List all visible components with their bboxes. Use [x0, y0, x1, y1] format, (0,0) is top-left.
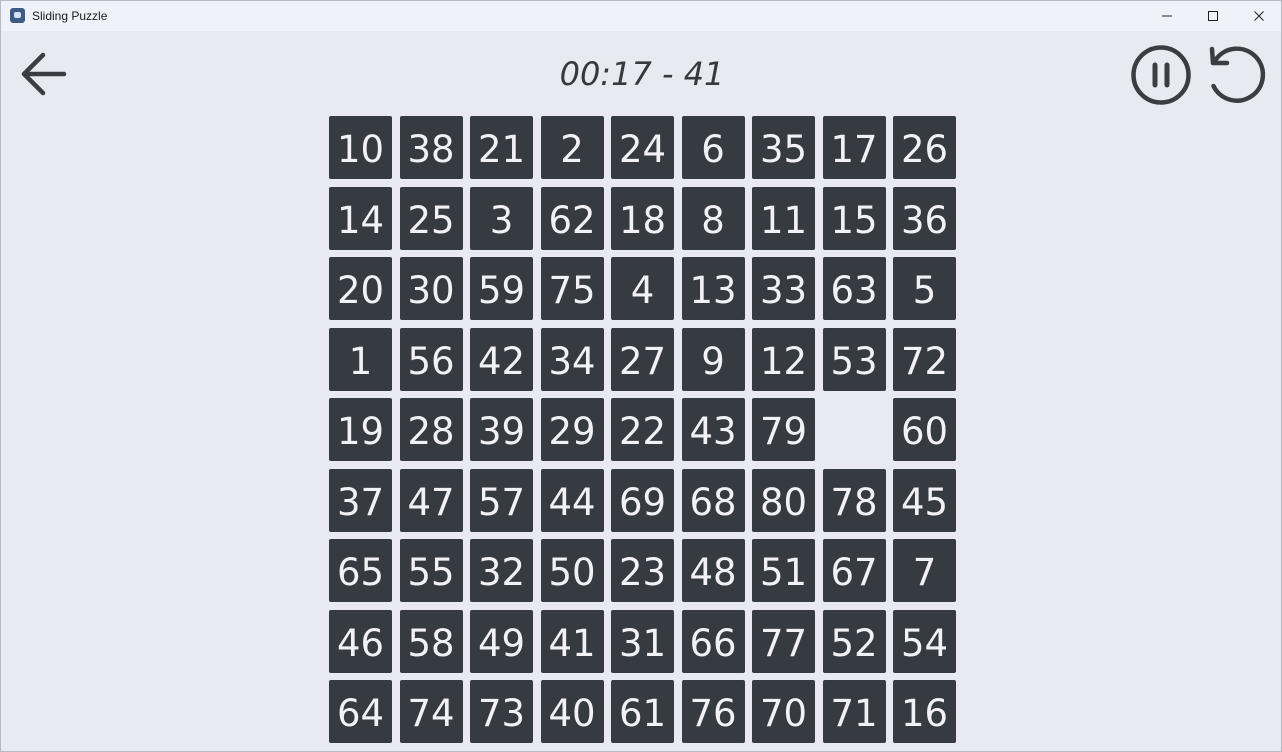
puzzle-tile[interactable]: 61 — [611, 680, 674, 743]
puzzle-tile[interactable]: 43 — [681, 398, 745, 461]
maximize-icon — [1208, 11, 1218, 21]
puzzle-tile[interactable]: 25 — [399, 186, 463, 250]
puzzle-tile[interactable]: 68 — [681, 468, 745, 532]
puzzle-tile[interactable]: 30 — [399, 257, 463, 320]
puzzle-tile[interactable]: 29 — [540, 398, 604, 461]
title-bar[interactable]: Sliding Puzzle — [1, 1, 1281, 31]
puzzle-tile[interactable]: 58 — [399, 609, 463, 673]
puzzle-tile[interactable]: 18 — [611, 186, 674, 250]
minimize-icon — [1162, 15, 1172, 17]
restart-icon — [1209, 46, 1266, 103]
puzzle-tile[interactable]: 7 — [893, 539, 956, 602]
puzzle-tile[interactable]: 13 — [681, 257, 745, 320]
puzzle-tile[interactable]: 15 — [822, 186, 886, 250]
puzzle-tile[interactable]: 71 — [822, 680, 886, 743]
puzzle-tile[interactable]: 63 — [822, 257, 886, 320]
puzzle-tile[interactable]: 38 — [399, 116, 463, 179]
puzzle-tile[interactable]: 14 — [329, 186, 392, 250]
puzzle-tile[interactable]: 33 — [752, 257, 815, 320]
puzzle-tile[interactable]: 79 — [752, 398, 815, 461]
puzzle-tile[interactable]: 23 — [611, 539, 674, 602]
puzzle-tile[interactable]: 4 — [611, 257, 674, 320]
puzzle-tile[interactable]: 2 — [540, 116, 604, 179]
puzzle-tile[interactable]: 57 — [470, 468, 533, 532]
pause-button[interactable] — [1130, 44, 1192, 106]
puzzle-tile[interactable]: 47 — [399, 468, 463, 532]
puzzle-tile[interactable]: 3 — [470, 186, 533, 250]
puzzle-tile[interactable]: 66 — [681, 609, 745, 673]
puzzle-tile[interactable]: 39 — [470, 398, 533, 461]
minimize-button[interactable] — [1144, 1, 1190, 31]
puzzle-tile[interactable]: 22 — [611, 398, 674, 461]
puzzle-tile[interactable]: 26 — [893, 116, 956, 179]
puzzle-tile[interactable]: 51 — [752, 539, 815, 602]
puzzle-tile[interactable]: 73 — [470, 680, 533, 743]
puzzle-tile[interactable]: 24 — [611, 116, 674, 179]
puzzle-tile[interactable]: 27 — [611, 327, 674, 391]
puzzle-tile[interactable]: 59 — [470, 257, 533, 320]
puzzle-tile[interactable]: 32 — [470, 539, 533, 602]
maximize-button[interactable] — [1190, 1, 1236, 31]
puzzle-tile[interactable]: 52 — [822, 609, 886, 673]
puzzle-tile[interactable]: 11 — [752, 186, 815, 250]
restart-button[interactable] — [1206, 44, 1270, 106]
puzzle-tile[interactable]: 48 — [681, 539, 745, 602]
window-title: Sliding Puzzle — [32, 9, 108, 23]
puzzle-tile[interactable]: 69 — [611, 468, 674, 532]
puzzle-tile[interactable]: 19 — [329, 398, 392, 461]
puzzle-tile[interactable]: 10 — [329, 116, 392, 179]
puzzle-tile[interactable]: 56 — [399, 327, 463, 391]
puzzle-tile[interactable]: 65 — [329, 539, 392, 602]
puzzle-tile[interactable]: 76 — [681, 680, 745, 743]
puzzle-tile[interactable]: 67 — [822, 539, 886, 602]
puzzle-tile[interactable]: 16 — [893, 680, 956, 743]
puzzle-tile[interactable]: 17 — [822, 116, 886, 179]
puzzle-tile[interactable]: 28 — [399, 398, 463, 461]
puzzle-tile[interactable]: 37 — [329, 468, 392, 532]
timer-moves-display: 00:17 - 41 — [559, 55, 725, 93]
arrow-left-icon — [21, 52, 67, 96]
puzzle-tile[interactable]: 49 — [470, 609, 533, 673]
puzzle-tile[interactable]: 31 — [611, 609, 674, 673]
puzzle-tile[interactable]: 77 — [752, 609, 815, 673]
puzzle-tile[interactable]: 8 — [681, 186, 745, 250]
app-puzzle-icon — [10, 8, 25, 23]
puzzle-tile[interactable]: 35 — [752, 116, 815, 179]
puzzle-tile[interactable]: 60 — [893, 398, 956, 461]
puzzle-tile[interactable]: 54 — [893, 609, 956, 673]
puzzle-board: 10 38 21 2 24 6 35 17 26 14 25 3 62 18 8 11 15 36 20 30 59 75… — [329, 116, 957, 744]
puzzle-tile[interactable]: 53 — [822, 327, 886, 391]
puzzle-tile[interactable]: 40 — [540, 680, 604, 743]
back-button[interactable] — [19, 49, 71, 101]
app-window: Sliding Puzzle 00:17 - 41 10 38 21 2 24 … — [0, 0, 1282, 752]
puzzle-tile[interactable]: 70 — [752, 680, 815, 743]
puzzle-tile[interactable]: 78 — [822, 468, 886, 532]
puzzle-tile[interactable]: 34 — [540, 327, 604, 391]
puzzle-tile[interactable]: 74 — [399, 680, 463, 743]
puzzle-tile[interactable]: 6 — [681, 116, 745, 179]
close-icon — [1254, 11, 1264, 21]
empty-slot — [823, 398, 886, 461]
pause-circle-icon — [1131, 45, 1191, 105]
puzzle-tile[interactable]: 1 — [329, 327, 392, 391]
puzzle-tile[interactable]: 41 — [540, 609, 604, 673]
puzzle-tile[interactable]: 64 — [329, 680, 392, 743]
puzzle-tile[interactable]: 46 — [329, 609, 392, 673]
puzzle-tile[interactable]: 45 — [893, 468, 956, 532]
puzzle-tile[interactable]: 12 — [752, 327, 815, 391]
puzzle-tile[interactable]: 9 — [681, 327, 745, 391]
puzzle-tile[interactable]: 50 — [540, 539, 604, 602]
puzzle-tile[interactable]: 62 — [540, 186, 604, 250]
puzzle-tile[interactable]: 42 — [470, 327, 533, 391]
puzzle-tile[interactable]: 55 — [399, 539, 463, 602]
puzzle-tile[interactable]: 5 — [893, 257, 956, 320]
close-button[interactable] — [1236, 1, 1282, 31]
puzzle-tile[interactable]: 36 — [893, 186, 956, 250]
puzzle-tile[interactable]: 80 — [752, 468, 815, 532]
puzzle-tile[interactable]: 75 — [540, 257, 604, 320]
puzzle-tile[interactable]: 72 — [893, 327, 956, 391]
puzzle-tile[interactable]: 20 — [329, 257, 392, 320]
puzzle-tile[interactable]: 44 — [540, 468, 604, 532]
puzzle-tile[interactable]: 21 — [470, 116, 533, 179]
